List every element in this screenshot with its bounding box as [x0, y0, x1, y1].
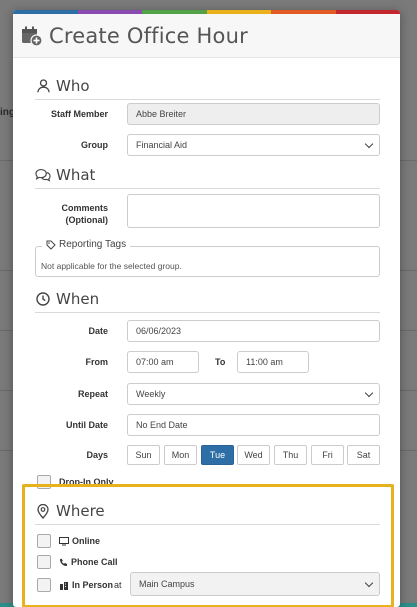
group-select[interactable]: Financial Aid [127, 134, 380, 156]
repeat-select[interactable]: Weekly [127, 383, 380, 405]
until-date-label: Until Date [65, 420, 108, 430]
section-divider [35, 188, 380, 189]
chevron-down-icon [364, 388, 374, 398]
day-button-sun[interactable]: Sun [127, 445, 160, 465]
clock-icon [35, 291, 51, 307]
color-strip-segment [77, 10, 142, 14]
section-who-heading: Who [35, 77, 90, 95]
date-label: Date [88, 326, 108, 336]
reporting-tags-title: Reporting Tags [59, 239, 127, 250]
section-who-label: Who [56, 77, 90, 95]
create-office-hour-modal: Create Office Hour Who Staff Member Abbe… [13, 10, 400, 607]
section-when-label: When [56, 290, 100, 308]
calendar-add-icon [21, 25, 43, 47]
comments-label-line2: (Optional) [65, 215, 109, 225]
comments-icon [35, 167, 51, 183]
to-label: To [215, 357, 226, 367]
section-what-label: What [56, 166, 96, 184]
color-strip-segment [271, 10, 336, 14]
color-strip-segment [142, 10, 207, 14]
tag-icon [46, 240, 56, 250]
from-time-input[interactable]: 07:00 am [127, 351, 199, 373]
until-date-input[interactable]: No End Date [127, 414, 380, 436]
comments-label-line1: Comments [61, 203, 108, 213]
days-label: Days [86, 450, 108, 460]
comments-textarea[interactable] [127, 194, 380, 228]
color-strip-segment [13, 10, 78, 14]
group-select-value: Financial Aid [136, 140, 188, 150]
day-button-thu[interactable]: Thu [274, 445, 307, 465]
where-section-highlight [22, 484, 394, 607]
modal-title: Create Office Hour [49, 23, 248, 48]
day-button-fri[interactable]: Fri [311, 445, 344, 465]
user-icon [35, 78, 51, 94]
group-label: Group [81, 140, 108, 150]
comments-label: Comments (Optional) [33, 202, 108, 226]
color-strip-segment [335, 10, 400, 14]
section-when-heading: When [35, 290, 99, 308]
modal-header: Create Office Hour [13, 14, 400, 58]
section-divider [35, 312, 380, 313]
day-button-mon[interactable]: Mon [164, 445, 197, 465]
staff-member-field: Abbe Breiter [127, 103, 380, 125]
day-button-sat[interactable]: Sat [347, 445, 380, 465]
color-strip-segment [206, 10, 271, 14]
repeat-select-value: Weekly [136, 389, 166, 399]
staff-member-label: Staff Member [50, 109, 108, 119]
day-button-tue[interactable]: Tue [201, 445, 234, 465]
reporting-tags-fieldset: Reporting Tags Not applicable for the se… [35, 239, 380, 277]
chevron-down-icon [364, 139, 374, 149]
from-label: From [85, 357, 109, 367]
reporting-tags-legend: Reporting Tags [42, 239, 131, 250]
section-what-heading: What [35, 166, 95, 184]
repeat-label: Repeat [77, 389, 108, 399]
section-divider [35, 99, 380, 100]
date-input[interactable]: 06/06/2023 [127, 320, 380, 342]
days-button-group: Sun Mon Tue Wed Thu Fri Sat [127, 445, 380, 465]
reporting-tags-note: Not applicable for the selected group. [41, 261, 182, 271]
to-time-input[interactable]: 11:00 am [237, 351, 309, 373]
modal-color-strip [13, 10, 400, 14]
day-button-wed[interactable]: Wed [237, 445, 270, 465]
